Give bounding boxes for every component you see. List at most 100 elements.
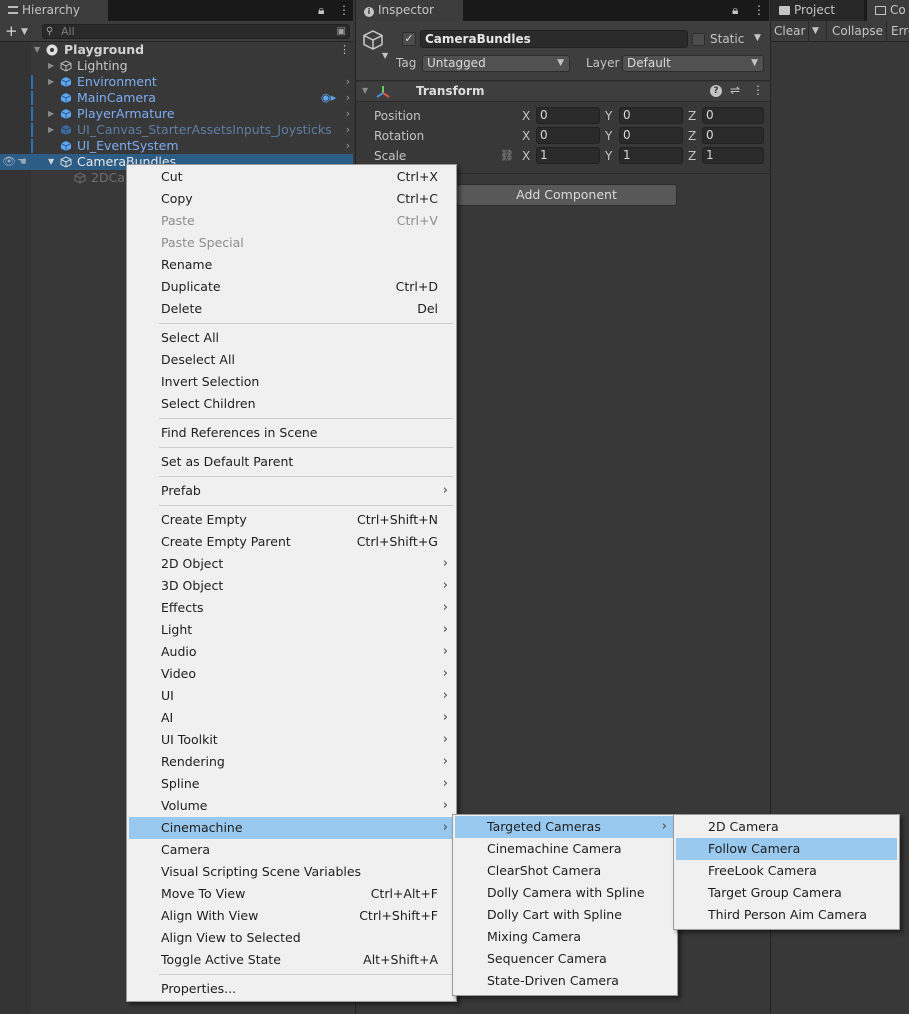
menu-item-create-empty[interactable]: Create Empty Ctrl+Shift+N xyxy=(129,509,456,531)
add-component-button[interactable]: Add Component xyxy=(456,184,677,206)
menu-item-2d-camera[interactable]: 2D Camera xyxy=(676,816,897,838)
tab-project[interactable]: Project xyxy=(771,0,864,21)
menu-item-3d-object[interactable]: 3D Object › xyxy=(129,575,456,597)
menu-item-move-to-view[interactable]: Move To View Ctrl+Alt+F xyxy=(129,883,456,905)
preset-sliders-icon[interactable]: ⇌ xyxy=(730,83,740,97)
menu-item-targeted-cameras[interactable]: Targeted Cameras › xyxy=(455,816,675,838)
expand-arrow-icon[interactable]: ▶ xyxy=(48,74,54,90)
menu-item-rename[interactable]: Rename xyxy=(129,254,456,276)
menu-item-video[interactable]: Video › xyxy=(129,663,456,685)
chevron-down-icon[interactable]: ▼ xyxy=(754,33,761,43)
hierarchy-item-ui-canvas[interactable]: ▶ UI_Canvas_StarterAssetsInputs_Joystick… xyxy=(0,122,353,138)
help-icon[interactable]: ? xyxy=(710,85,722,97)
lock-icon[interactable]: 🔒︎ xyxy=(732,0,738,21)
menu-item-camera[interactable]: Camera xyxy=(129,839,456,861)
menu-item-visual-scripting[interactable]: Visual Scripting Scene Variables xyxy=(129,861,456,883)
scale-x-field[interactable]: 1 xyxy=(536,147,600,164)
chevron-down-icon[interactable]: ▼ xyxy=(21,24,28,40)
error-pause-button[interactable]: Erro xyxy=(891,24,909,38)
axis-x-label[interactable]: X xyxy=(522,129,530,143)
menu-item-mixing-camera[interactable]: Mixing Camera xyxy=(455,926,675,948)
menu-item-dolly-cart-spline[interactable]: Dolly Cart with Spline xyxy=(455,904,675,926)
rotation-y-field[interactable]: 0 xyxy=(619,127,683,144)
tab-hierarchy[interactable]: Hierarchy xyxy=(0,0,108,21)
chevron-down-icon[interactable]: ▼ xyxy=(382,51,388,60)
menu-item-select-children[interactable]: Select Children xyxy=(129,393,456,415)
menu-item-align-view-to-selected[interactable]: Align View to Selected xyxy=(129,927,456,949)
add-icon[interactable]: + xyxy=(5,22,18,40)
menu-item-create-empty-parent[interactable]: Create Empty Parent Ctrl+Shift+G xyxy=(129,531,456,553)
expand-arrow-icon[interactable]: ▶ xyxy=(48,58,54,74)
tab-inspector[interactable]: i Inspector xyxy=(356,0,463,21)
tab-console[interactable]: Co xyxy=(867,0,909,21)
axis-x-label[interactable]: X xyxy=(522,149,530,163)
chevron-right-icon[interactable]: › xyxy=(346,122,350,138)
axis-x-label[interactable]: X xyxy=(522,109,530,123)
menu-item-state-driven-camera[interactable]: State-Driven Camera xyxy=(455,970,675,992)
menu-item-cinemachine[interactable]: Cinemachine › xyxy=(129,817,456,839)
menu-item-audio[interactable]: Audio › xyxy=(129,641,456,663)
menu-item-ui[interactable]: UI › xyxy=(129,685,456,707)
chevron-right-icon[interactable]: › xyxy=(346,106,350,122)
layer-dropdown[interactable]: Default ▼ xyxy=(622,55,764,72)
axis-y-label[interactable]: Y xyxy=(605,109,612,123)
menu-item-rendering[interactable]: Rendering › xyxy=(129,751,456,773)
hierarchy-item-maincamera[interactable]: MainCamera ◉▸ › xyxy=(0,90,353,106)
axis-y-label[interactable]: Y xyxy=(605,129,612,143)
menu-item-copy[interactable]: Copy Ctrl+C xyxy=(129,188,456,210)
axis-z-label[interactable]: Z xyxy=(688,149,696,163)
menu-item-find-references[interactable]: Find References in Scene xyxy=(129,422,456,444)
menu-item-ai[interactable]: AI › xyxy=(129,707,456,729)
menu-item-sequencer-camera[interactable]: Sequencer Camera xyxy=(455,948,675,970)
hierarchy-item-playerarmature[interactable]: ▶ PlayerArmature › xyxy=(0,106,353,122)
position-x-field[interactable]: 0 xyxy=(536,107,600,124)
chevron-right-icon[interactable]: › xyxy=(346,138,350,154)
position-y-field[interactable]: 0 xyxy=(619,107,683,124)
kebab-icon[interactable]: ⋮ xyxy=(753,0,765,21)
expand-arrow-icon[interactable]: ▼ xyxy=(34,42,40,58)
search-options-icon[interactable]: ▣ xyxy=(337,25,346,38)
menu-item-delete[interactable]: Delete Del xyxy=(129,298,456,320)
hierarchy-search-input[interactable]: ⚲ All ▣ xyxy=(42,24,350,39)
menu-item-toggle-active[interactable]: Toggle Active State Alt+Shift+A xyxy=(129,949,456,971)
scale-y-field[interactable]: 1 xyxy=(619,147,683,164)
menu-item-dolly-camera-spline[interactable]: Dolly Camera with Spline xyxy=(455,882,675,904)
kebab-icon[interactable]: ⋮ xyxy=(752,83,764,97)
menu-item-cut[interactable]: Cut Ctrl+X xyxy=(129,166,456,188)
chevron-right-icon[interactable]: › xyxy=(346,90,350,106)
menu-item-2d-object[interactable]: 2D Object › xyxy=(129,553,456,575)
expand-arrow-icon[interactable]: ▶ xyxy=(48,122,54,138)
clear-button[interactable]: Clear xyxy=(774,24,805,38)
foldout-arrow-icon[interactable]: ▼ xyxy=(362,86,368,95)
hierarchy-item-environment[interactable]: ▶ Environment › xyxy=(0,74,353,90)
object-name-field[interactable]: CameraBundles xyxy=(420,30,688,48)
kebab-icon[interactable]: ⋮ xyxy=(339,42,350,58)
menu-item-volume[interactable]: Volume › xyxy=(129,795,456,817)
tag-dropdown[interactable]: Untagged ▼ xyxy=(422,55,570,72)
menu-item-duplicate[interactable]: Duplicate Ctrl+D xyxy=(129,276,456,298)
active-checkbox[interactable]: ✓ xyxy=(402,32,416,46)
menu-item-clearshot-camera[interactable]: ClearShot Camera xyxy=(455,860,675,882)
expand-arrow-icon[interactable]: ▶ xyxy=(48,106,54,122)
static-checkbox[interactable] xyxy=(692,33,705,46)
visibility-eye-icon[interactable]: 👁︎ xyxy=(2,154,16,170)
hierarchy-item-lighting[interactable]: ▶ Lighting xyxy=(0,58,353,74)
expand-arrow-icon[interactable]: ▼ xyxy=(48,154,54,170)
menu-item-freelook-camera[interactable]: FreeLook Camera xyxy=(676,860,897,882)
axis-z-label[interactable]: Z xyxy=(688,129,696,143)
rotation-x-field[interactable]: 0 xyxy=(536,127,600,144)
kebab-icon[interactable]: ⋮ xyxy=(338,0,350,21)
chevron-down-icon[interactable]: ▼ xyxy=(812,26,819,36)
menu-item-set-default-parent[interactable]: Set as Default Parent xyxy=(129,451,456,473)
collapse-button[interactable]: Collapse xyxy=(832,24,883,38)
menu-item-prefab[interactable]: Prefab › xyxy=(129,480,456,502)
axis-y-label[interactable]: Y xyxy=(605,149,612,163)
chevron-right-icon[interactable]: › xyxy=(346,74,350,90)
menu-item-third-person-aim-camera[interactable]: Third Person Aim Camera xyxy=(676,904,897,926)
pickable-hand-icon[interactable]: ☚ xyxy=(17,154,27,170)
menu-item-properties[interactable]: Properties... xyxy=(129,978,456,1000)
menu-item-target-group-camera[interactable]: Target Group Camera xyxy=(676,882,897,904)
hierarchy-item-ui-eventsystem[interactable]: UI_EventSystem › xyxy=(0,138,353,154)
menu-item-spline[interactable]: Spline › xyxy=(129,773,456,795)
lock-icon[interactable]: 🔒︎ xyxy=(318,0,324,21)
